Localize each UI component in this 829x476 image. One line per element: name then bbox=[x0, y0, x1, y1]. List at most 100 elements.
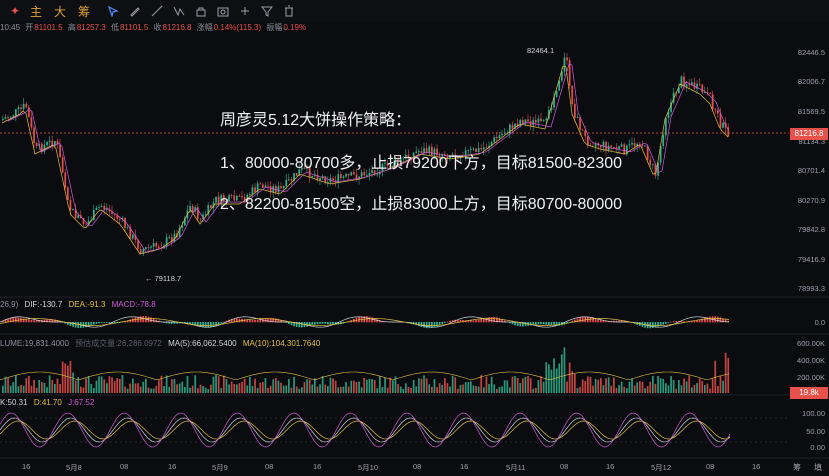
macd-bar bbox=[704, 317, 706, 323]
volume-bar bbox=[212, 376, 215, 393]
volume-bar bbox=[85, 378, 87, 393]
volume-bar bbox=[171, 379, 173, 393]
volume-bar bbox=[412, 380, 415, 393]
volume-bar bbox=[25, 378, 28, 393]
macd-bar bbox=[472, 320, 475, 323]
candle-body bbox=[2, 118, 4, 120]
candle-body bbox=[613, 147, 615, 148]
volume-bar bbox=[137, 383, 139, 393]
volume-bar bbox=[316, 386, 319, 393]
volume-forecast: 预估成交量:26,286.0972 bbox=[75, 339, 162, 348]
volume-bar bbox=[262, 382, 264, 393]
volume-bar bbox=[282, 385, 285, 393]
candle-body bbox=[30, 117, 33, 128]
candle-body bbox=[545, 118, 548, 121]
volume-bar bbox=[610, 385, 613, 393]
volume-bar bbox=[147, 387, 150, 393]
volume-bar bbox=[371, 379, 373, 393]
candle-body bbox=[641, 145, 644, 146]
price-tick: 81569.5 bbox=[797, 107, 825, 116]
macd-bar bbox=[680, 321, 683, 323]
macd-bar bbox=[696, 320, 698, 323]
volume-bar bbox=[176, 384, 178, 393]
volume-bar bbox=[202, 385, 204, 393]
macd-bar bbox=[262, 318, 264, 323]
volume-bar bbox=[87, 375, 90, 393]
volume-bar bbox=[327, 386, 329, 393]
volume-bar bbox=[670, 376, 672, 393]
current-price-badge: 81216.8 bbox=[790, 128, 828, 140]
low-annotation: ← 79118.7 bbox=[145, 274, 182, 283]
candle-body bbox=[579, 117, 581, 130]
volume-bar bbox=[150, 388, 152, 393]
candle-body bbox=[722, 122, 724, 128]
volume-bar bbox=[548, 364, 550, 393]
candle-body bbox=[147, 247, 150, 248]
macd-bar bbox=[212, 322, 215, 327]
side-button-fill[interactable]: 填 bbox=[814, 462, 822, 473]
volume-bar bbox=[475, 386, 477, 393]
volume-bar bbox=[459, 384, 462, 393]
volume-bar bbox=[243, 378, 246, 393]
volume-bar bbox=[589, 377, 592, 393]
candle-body bbox=[150, 246, 152, 248]
macd-bar bbox=[719, 317, 722, 323]
volume-bar bbox=[555, 368, 558, 393]
candle-body bbox=[535, 119, 537, 123]
volume-bar bbox=[191, 385, 194, 393]
macd-bar bbox=[251, 320, 254, 323]
kdj-tick: 50.00 bbox=[806, 427, 825, 436]
volume-bar bbox=[389, 377, 392, 393]
macd-bar bbox=[691, 321, 693, 323]
kdj-k: K:50.31 bbox=[0, 398, 28, 407]
volume-bar bbox=[129, 383, 132, 393]
side-button-chips[interactable]: 筹 bbox=[793, 462, 801, 473]
volume-bar bbox=[225, 379, 228, 393]
candle-body bbox=[628, 144, 631, 146]
volume-bar bbox=[269, 385, 272, 393]
candle-body bbox=[576, 117, 579, 118]
candle-body bbox=[652, 164, 654, 166]
candle-body bbox=[20, 107, 22, 109]
candle-body bbox=[7, 117, 9, 118]
volume-bar bbox=[4, 376, 7, 393]
volume-bar bbox=[51, 380, 54, 393]
macd-bar bbox=[511, 322, 514, 325]
volume-bar bbox=[275, 377, 277, 393]
volume-bar bbox=[566, 381, 568, 393]
macd-bar bbox=[576, 318, 579, 323]
candle-body bbox=[215, 196, 217, 203]
volume-bar bbox=[553, 358, 555, 393]
candle-body bbox=[103, 205, 106, 210]
volume-bar bbox=[597, 379, 600, 393]
candle-body bbox=[152, 243, 155, 247]
volume-bar bbox=[446, 383, 449, 393]
candle-body bbox=[15, 109, 17, 116]
volume-bar bbox=[524, 376, 527, 393]
macd-bar bbox=[480, 318, 483, 323]
candle-body bbox=[711, 94, 714, 110]
candle-body bbox=[542, 120, 545, 122]
volume-bar bbox=[69, 360, 72, 393]
price-tick: 80701.4 bbox=[797, 166, 825, 175]
volume-bar bbox=[410, 388, 412, 393]
volume-bar bbox=[717, 386, 719, 393]
volume-bar bbox=[189, 387, 191, 393]
macd-bar bbox=[418, 322, 420, 327]
volume-bar bbox=[373, 380, 376, 393]
volume-bar bbox=[633, 385, 636, 393]
candlestick-chart[interactable] bbox=[0, 0, 829, 476]
volume-bar bbox=[321, 376, 324, 393]
candle-body bbox=[698, 83, 701, 85]
macd-bar bbox=[433, 322, 436, 328]
macd-bar bbox=[254, 319, 256, 323]
volume-bar bbox=[636, 382, 639, 393]
price-tick: 79416.9 bbox=[797, 255, 825, 264]
volume-bar bbox=[719, 375, 722, 393]
candle-body bbox=[126, 227, 129, 229]
candle-body bbox=[719, 113, 722, 128]
candle-body bbox=[33, 127, 35, 143]
candle-body bbox=[701, 84, 704, 93]
volume-bar bbox=[613, 377, 615, 393]
volume-bar bbox=[38, 379, 41, 393]
